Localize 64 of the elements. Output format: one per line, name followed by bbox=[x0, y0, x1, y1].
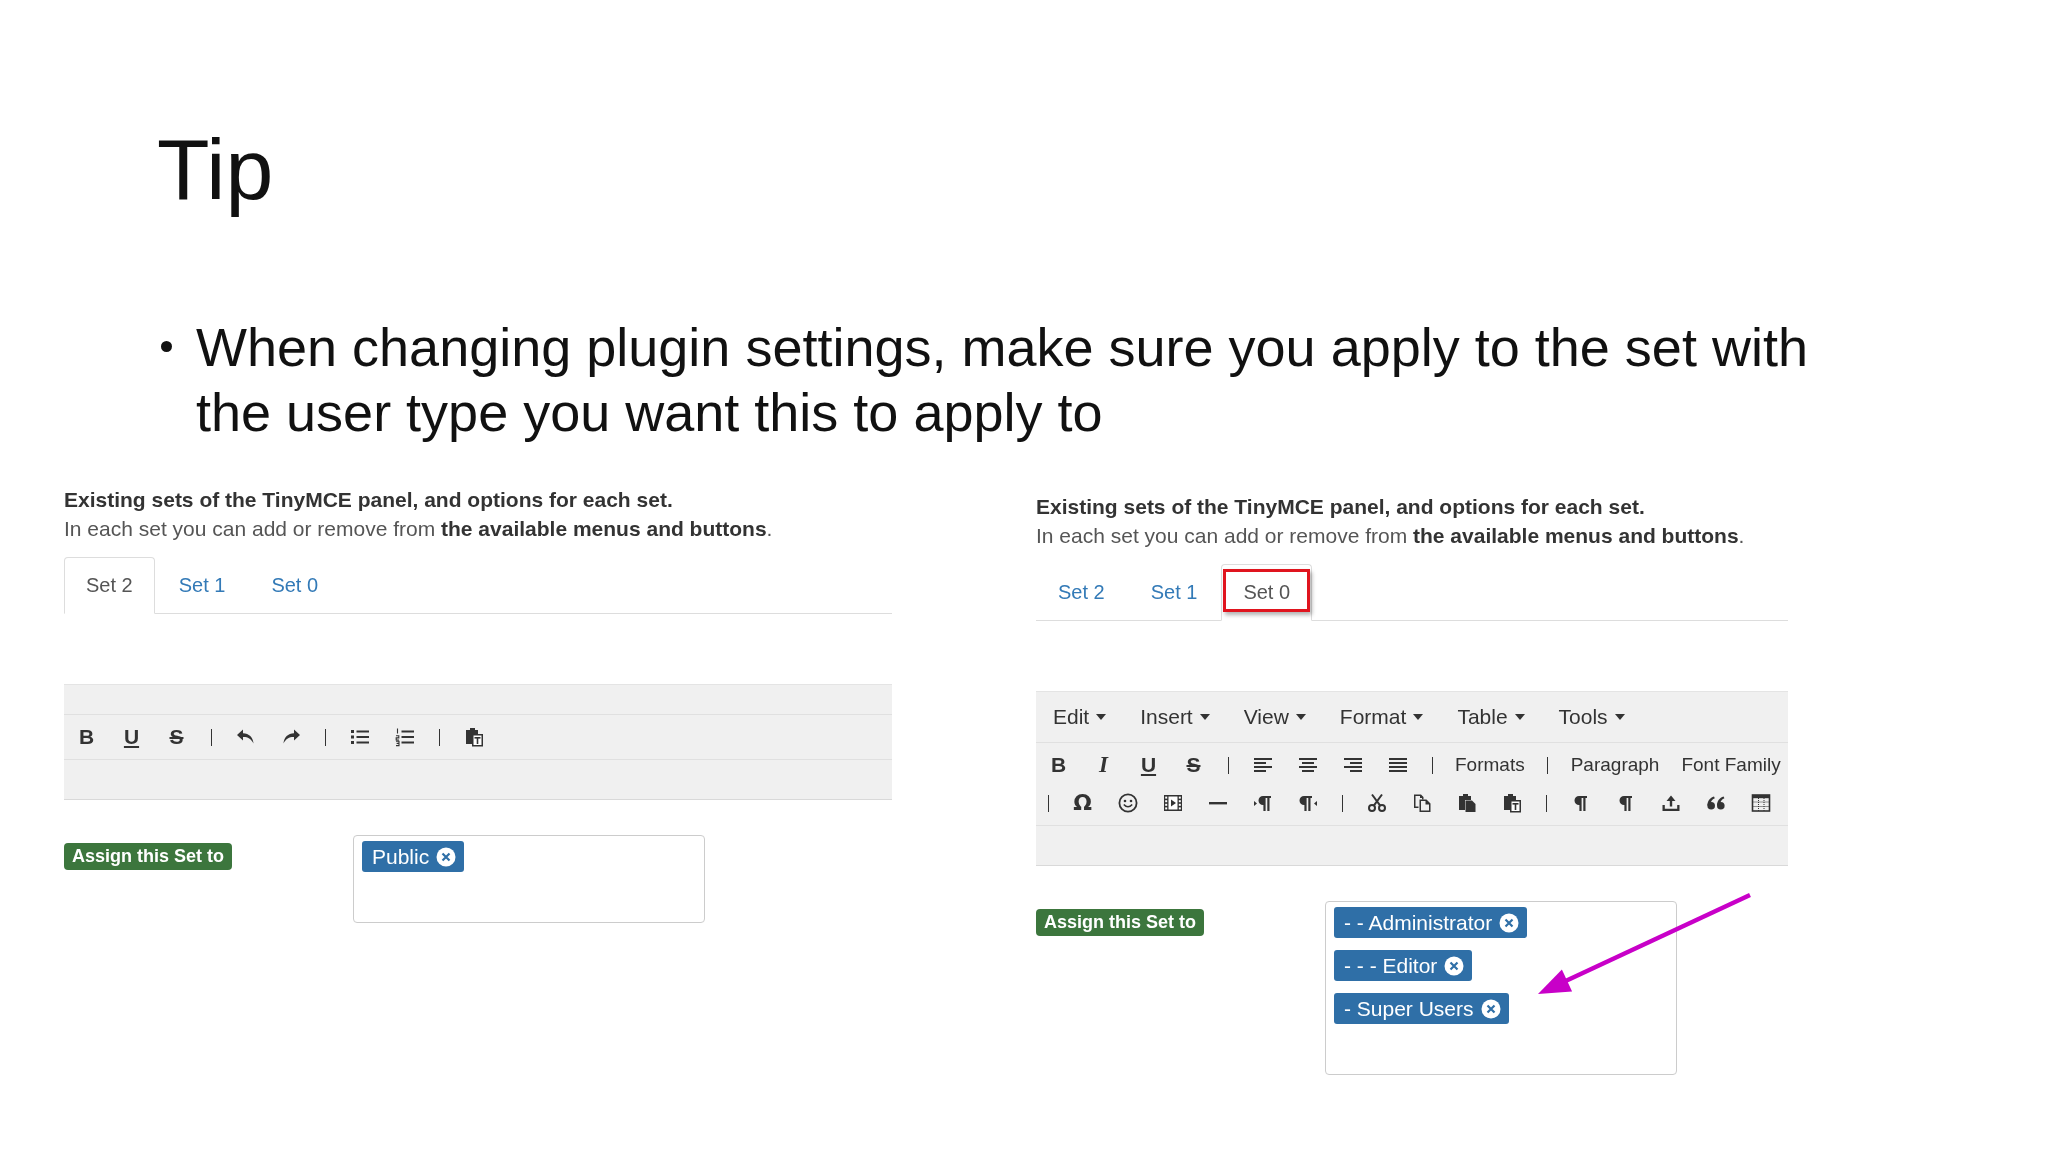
strikethrough-button[interactable]: S bbox=[169, 725, 184, 749]
assign-label: Assign this Set to bbox=[1036, 909, 1204, 936]
menu-button[interactable]: Format bbox=[1322, 704, 1441, 730]
caret-icon bbox=[1096, 714, 1107, 720]
clipboard-icon[interactable] bbox=[1456, 793, 1477, 813]
bullet-icon bbox=[161, 341, 172, 352]
tab[interactable]: Set 1 bbox=[156, 557, 248, 614]
italic-button[interactable]: I bbox=[1099, 753, 1108, 777]
menu-button[interactable]: Tools bbox=[1541, 704, 1642, 730]
scissors-icon[interactable] bbox=[1366, 793, 1387, 813]
justify-icon[interactable] bbox=[1387, 755, 1408, 775]
menu-button[interactable]: Insert bbox=[1123, 704, 1227, 730]
pilcrow-arrow-icon[interactable] bbox=[1297, 793, 1318, 813]
tab[interactable]: Set 1 bbox=[1128, 564, 1220, 621]
panel-description: In each set you can add or remove from the available menus and buttons. bbox=[1036, 523, 1746, 549]
slide-title: Tip bbox=[157, 120, 274, 219]
menu-button[interactable]: Table bbox=[1440, 704, 1542, 730]
bullet-text: When changing plugin settings, make sure you apply to the set with the user type you want this to apply to bbox=[196, 316, 1809, 444]
numbered-list-icon[interactable] bbox=[394, 727, 415, 747]
close-icon[interactable] bbox=[1480, 998, 1501, 1019]
align-right-icon[interactable] bbox=[1342, 755, 1363, 775]
align-left-icon[interactable] bbox=[1252, 755, 1273, 775]
upload-icon[interactable] bbox=[1660, 793, 1681, 813]
panel-description: In each set you can add or remove from the available menus and buttons. bbox=[64, 516, 774, 542]
close-icon[interactable] bbox=[436, 846, 457, 867]
special-character-button[interactable]: Ω bbox=[1073, 791, 1092, 815]
menu-button[interactable]: View bbox=[1226, 704, 1323, 730]
strikethrough-button[interactable]: S bbox=[1186, 753, 1201, 777]
bold-button[interactable]: B bbox=[78, 725, 95, 749]
assign-label: Assign this Set to bbox=[64, 843, 232, 870]
align-center-icon[interactable] bbox=[1297, 755, 1318, 775]
caret-icon bbox=[1614, 714, 1625, 720]
copy-icon[interactable] bbox=[1411, 793, 1432, 813]
tag-label: - - - Editor bbox=[1344, 953, 1438, 978]
bullet-list-icon[interactable] bbox=[349, 727, 370, 747]
caret-icon bbox=[1295, 714, 1306, 720]
toolbar-button[interactable]: Formats bbox=[1444, 753, 1536, 777]
user-group-field[interactable]: Public bbox=[353, 835, 705, 923]
film-icon[interactable] bbox=[1162, 793, 1183, 813]
table-icon[interactable] bbox=[1750, 793, 1771, 813]
underline-button[interactable]: U bbox=[123, 725, 140, 749]
tab[interactable]: Set 2 bbox=[64, 557, 155, 614]
tab[interactable]: Set 2 bbox=[1036, 564, 1127, 621]
tag-label: - - Administrator bbox=[1344, 910, 1493, 935]
tag-label: - Super Users bbox=[1344, 996, 1474, 1021]
caret-icon bbox=[1514, 714, 1525, 720]
pilcrow-arrow-icon[interactable] bbox=[1252, 793, 1273, 813]
clipboard-text-icon[interactable] bbox=[1501, 793, 1522, 813]
panel-heading: Existing sets of the TinyMCE panel, and options for each set. bbox=[64, 487, 674, 513]
menu-button[interactable]: Edit bbox=[1036, 704, 1124, 730]
close-icon[interactable] bbox=[1444, 955, 1465, 976]
panel-heading: Existing sets of the TinyMCE panel, and options for each set. bbox=[1036, 494, 1646, 520]
underline-button[interactable]: U bbox=[1140, 753, 1157, 777]
tab[interactable]: Set 0 bbox=[1221, 564, 1313, 621]
tag-label: Public bbox=[372, 844, 430, 869]
toolbar-button[interactable]: Paragraph bbox=[1559, 753, 1671, 777]
tab[interactable]: Set 0 bbox=[249, 557, 341, 614]
bold-button[interactable]: B bbox=[1050, 753, 1067, 777]
caret-icon bbox=[1199, 714, 1210, 720]
close-icon[interactable] bbox=[1499, 912, 1520, 933]
toolbar-button[interactable]: Font Family bbox=[1670, 753, 1792, 777]
clipboard-text-icon[interactable] bbox=[463, 727, 484, 747]
smiley-icon[interactable] bbox=[1117, 793, 1138, 813]
caret-icon bbox=[1413, 714, 1424, 720]
